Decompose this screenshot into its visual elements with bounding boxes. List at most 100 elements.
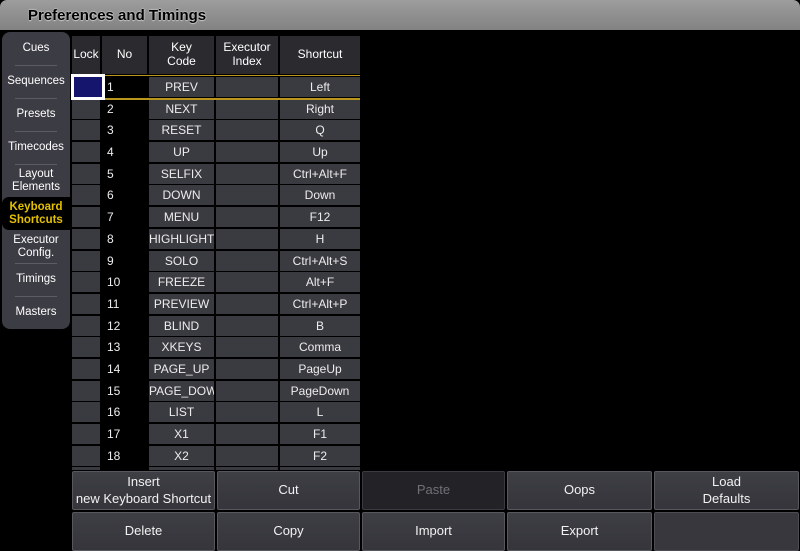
shortcut-cell[interactable]: Alt+F	[280, 272, 360, 292]
lock-cell[interactable]	[71, 74, 105, 100]
shortcut-cell[interactable]: H	[280, 229, 360, 249]
key-code-cell[interactable]: PREVIEW	[149, 294, 214, 314]
lock-cell[interactable]	[72, 402, 100, 422]
shortcut-cell[interactable]: PageDown	[280, 381, 360, 401]
lock-cell[interactable]	[72, 359, 100, 379]
executor-index-cell[interactable]	[216, 77, 278, 97]
executor-index-cell[interactable]	[216, 359, 278, 379]
insert-new-keyboard-shortcut-button[interactable]: Insert new Keyboard Shortcut	[72, 471, 215, 510]
sidebar-item-timecodes[interactable]: Timecodes	[2, 131, 70, 164]
lock-cell[interactable]	[72, 272, 100, 292]
lock-cell[interactable]	[72, 316, 100, 336]
key-code-cell[interactable]: PAGE_DOWN	[149, 381, 214, 401]
shortcut-cell[interactable]: F1	[280, 424, 360, 444]
lock-cell[interactable]	[72, 294, 100, 314]
key-code-cell[interactable]: MENU	[149, 207, 214, 227]
executor-index-cell[interactable]	[216, 185, 278, 205]
lock-cell[interactable]	[72, 185, 100, 205]
key-code-cell[interactable]: DOWN	[149, 185, 214, 205]
load-defaults-button[interactable]: Load Defaults	[654, 471, 799, 510]
lock-cell[interactable]	[72, 229, 100, 249]
key-code-cell[interactable]: LIST	[149, 402, 214, 422]
lock-cell[interactable]	[72, 142, 100, 162]
no-cell[interactable]: 5	[102, 164, 147, 184]
executor-index-cell[interactable]	[216, 251, 278, 271]
sidebar-item-masters[interactable]: Masters	[2, 296, 70, 329]
sidebar-item-layout-elements[interactable]: Layout Elements	[2, 164, 70, 197]
sidebar-item-executor-config[interactable]: Executor Config.	[2, 230, 70, 263]
executor-index-cell[interactable]	[216, 99, 278, 119]
shortcut-cell[interactable]: Ctrl+Alt+F	[280, 164, 360, 184]
no-cell[interactable]: 15	[102, 381, 147, 401]
no-cell[interactable]: 14	[102, 359, 147, 379]
lock-cell[interactable]	[72, 120, 100, 140]
executor-index-cell[interactable]	[216, 294, 278, 314]
sidebar-item-timings[interactable]: Timings	[2, 263, 70, 296]
no-cell[interactable]: 12	[102, 316, 147, 336]
shortcut-cell[interactable]: Right	[280, 99, 360, 119]
sidebar-item-presets[interactable]: Presets	[2, 98, 70, 131]
key-code-cell[interactable]: PAGE_UP	[149, 359, 214, 379]
no-cell[interactable]: 13	[102, 337, 147, 357]
shortcut-cell[interactable]: Down	[280, 185, 360, 205]
no-cell[interactable]: 3	[102, 120, 147, 140]
key-code-cell[interactable]: HIGHLIGHT	[149, 229, 214, 249]
no-cell[interactable]: 10	[102, 272, 147, 292]
shortcut-cell[interactable]: Ctrl+Alt+S	[280, 251, 360, 271]
shortcut-cell[interactable]: F12	[280, 207, 360, 227]
no-cell[interactable]: 9	[102, 251, 147, 271]
no-cell[interactable]: 7	[102, 207, 147, 227]
no-cell[interactable]: 4	[102, 142, 147, 162]
shortcut-cell[interactable]: Left	[280, 77, 360, 97]
key-code-cell[interactable]: FREEZE	[149, 272, 214, 292]
key-code-cell[interactable]: SOLO	[149, 251, 214, 271]
key-code-cell[interactable]: X1	[149, 424, 214, 444]
no-cell[interactable]: 8	[102, 229, 147, 249]
sidebar-item-sequences[interactable]: Sequences	[2, 65, 70, 98]
executor-index-cell[interactable]	[216, 424, 278, 444]
executor-index-cell[interactable]	[216, 229, 278, 249]
sidebar-item-keyboard-shortcuts[interactable]: Keyboard Shortcuts	[2, 197, 70, 230]
key-code-cell[interactable]: SELFIX	[149, 164, 214, 184]
shortcut-cell[interactable]: B	[280, 316, 360, 336]
lock-cell[interactable]	[72, 424, 100, 444]
shortcut-cell[interactable]: L	[280, 402, 360, 422]
cut-button[interactable]: Cut	[217, 471, 360, 510]
executor-index-cell[interactable]	[216, 120, 278, 140]
sidebar-item-cues[interactable]: Cues	[2, 32, 70, 65]
lock-cell[interactable]	[72, 99, 100, 119]
key-code-cell[interactable]: BLIND	[149, 316, 214, 336]
executor-index-cell[interactable]	[216, 316, 278, 336]
no-cell[interactable]: 11	[102, 294, 147, 314]
lock-cell[interactable]	[72, 164, 100, 184]
import-button[interactable]: Import	[362, 512, 505, 551]
shortcut-cell[interactable]: Ctrl+Alt+P	[280, 294, 360, 314]
executor-index-cell[interactable]	[216, 337, 278, 357]
export-button[interactable]: Export	[507, 512, 652, 551]
shortcut-cell[interactable]: Up	[280, 142, 360, 162]
lock-cell[interactable]	[72, 207, 100, 227]
executor-index-cell[interactable]	[216, 142, 278, 162]
delete-button[interactable]: Delete	[72, 512, 215, 551]
shortcut-cell[interactable]: F2	[280, 446, 360, 466]
key-code-cell[interactable]: PREV	[149, 77, 214, 97]
shortcut-cell[interactable]: PageUp	[280, 359, 360, 379]
no-cell[interactable]: 18	[102, 446, 147, 466]
no-cell[interactable]: 6	[102, 185, 147, 205]
key-code-cell[interactable]: NEXT	[149, 99, 214, 119]
executor-index-cell[interactable]	[216, 207, 278, 227]
lock-cell[interactable]	[72, 446, 100, 466]
key-code-cell[interactable]: RESET	[149, 120, 214, 140]
lock-cell[interactable]	[72, 381, 100, 401]
no-cell[interactable]: 16	[102, 402, 147, 422]
lock-cell[interactable]	[72, 337, 100, 357]
oops-button[interactable]: Oops	[507, 471, 652, 510]
executor-index-cell[interactable]	[216, 402, 278, 422]
executor-index-cell[interactable]	[216, 381, 278, 401]
shortcut-cell[interactable]: Q	[280, 120, 360, 140]
no-cell[interactable]: 1	[102, 77, 147, 97]
shortcut-cell[interactable]: Comma	[280, 337, 360, 357]
key-code-cell[interactable]: XKEYS	[149, 337, 214, 357]
window-titlebar[interactable]: Preferences and Timings	[0, 0, 800, 30]
executor-index-cell[interactable]	[216, 164, 278, 184]
